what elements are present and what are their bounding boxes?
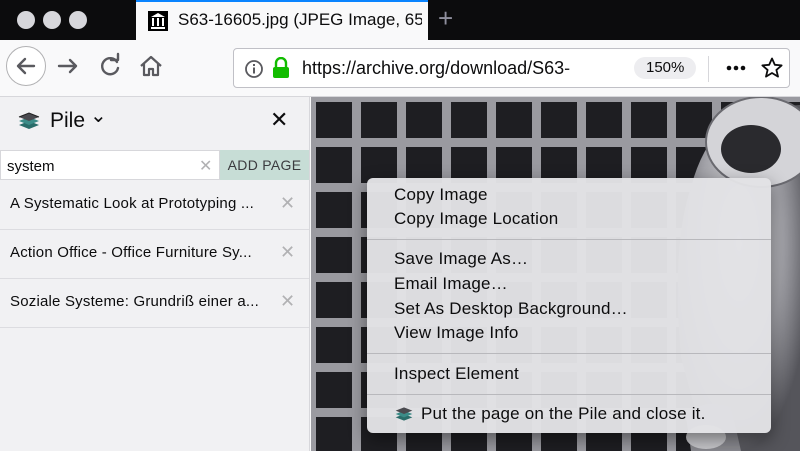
stack-icon: [395, 407, 413, 421]
museum-icon: [148, 11, 168, 31]
back-icon: [16, 57, 36, 75]
bookmark-star-icon[interactable]: [760, 56, 784, 80]
remove-item-icon[interactable]: ✕: [280, 291, 295, 312]
menu-item-copy-image[interactable]: Copy Image: [394, 185, 488, 205]
url-bar[interactable]: https://archive.org/download/S63- 150%: [233, 48, 790, 88]
list-item-label: Action Office - Office Furniture Sy...: [10, 244, 252, 261]
back-button[interactable]: [6, 46, 46, 86]
forward-icon[interactable]: [52, 50, 84, 82]
home-icon[interactable]: [135, 50, 167, 82]
remove-item-icon[interactable]: ✕: [280, 242, 295, 263]
menu-separator: [367, 394, 771, 395]
new-tab-button[interactable]: +: [438, 4, 453, 32]
menu-item-inspect-element[interactable]: Inspect Element: [394, 364, 519, 384]
menu-item-put-on-pile[interactable]: Put the page on the Pile and close it.: [394, 404, 764, 426]
menu-item-set-desktop-background[interactable]: Set As Desktop Background…: [394, 299, 628, 319]
more-icon[interactable]: [724, 58, 748, 78]
clear-search-icon[interactable]: ✕: [199, 156, 212, 176]
close-window-button[interactable]: [17, 11, 35, 29]
menu-separator: [367, 353, 771, 354]
search-field[interactable]: ✕: [0, 150, 220, 180]
list-item[interactable]: Action Office - Office Furniture Sy... ✕: [0, 230, 309, 279]
menu-item-email-image[interactable]: Email Image…: [394, 274, 508, 294]
list-item[interactable]: A Systematic Look at Prototyping ... ✕: [0, 181, 309, 230]
active-tab[interactable]: S63-16605.jpg (JPEG Image, 65: [136, 0, 428, 40]
menu-item-save-image-as[interactable]: Save Image As…: [394, 249, 528, 269]
menu-item-view-image-info[interactable]: View Image Info: [394, 323, 519, 343]
zoom-level-button[interactable]: 150%: [634, 57, 697, 79]
list-item-label: A Systematic Look at Prototyping ...: [10, 195, 254, 212]
remove-item-icon[interactable]: ✕: [280, 193, 295, 214]
url-divider: [708, 56, 709, 82]
context-menu: Copy Image Copy Image Location Save Imag…: [367, 178, 771, 433]
minimize-window-button[interactable]: [43, 11, 61, 29]
stack-icon: [18, 112, 40, 129]
add-page-button[interactable]: ADD PAGE: [220, 150, 309, 180]
menu-item-label: Put the page on the Pile and close it.: [421, 404, 706, 423]
sidebar-title[interactable]: Pile: [50, 109, 85, 133]
info-icon[interactable]: [244, 59, 264, 79]
sidebar-header: Pile ⌄ ✕: [0, 97, 310, 149]
menu-item-copy-image-location[interactable]: Copy Image Location: [394, 209, 558, 229]
list-item[interactable]: Soziale Systeme: Grundriß einer a... ✕: [0, 279, 309, 328]
close-sidebar-button[interactable]: ✕: [270, 107, 288, 133]
maximize-window-button[interactable]: [69, 11, 87, 29]
navigation-toolbar: https://archive.org/download/S63- 150%: [0, 40, 800, 97]
lock-icon[interactable]: [271, 57, 291, 79]
title-bar: S63-16605.jpg (JPEG Image, 65 +: [0, 0, 800, 40]
chevron-down-icon[interactable]: ⌄: [90, 103, 107, 128]
url-text[interactable]: https://archive.org/download/S63-: [302, 58, 608, 79]
search-input[interactable]: [5, 154, 195, 178]
menu-separator: [367, 239, 771, 240]
list-item-label: Soziale Systeme: Grundriß einer a...: [10, 293, 259, 310]
pile-sidebar: Pile ⌄ ✕ ✕ ADD PAGE A Systematic Look at…: [0, 97, 310, 451]
tab-title: S63-16605.jpg (JPEG Image, 65: [178, 10, 422, 29]
reload-icon[interactable]: [94, 50, 126, 82]
